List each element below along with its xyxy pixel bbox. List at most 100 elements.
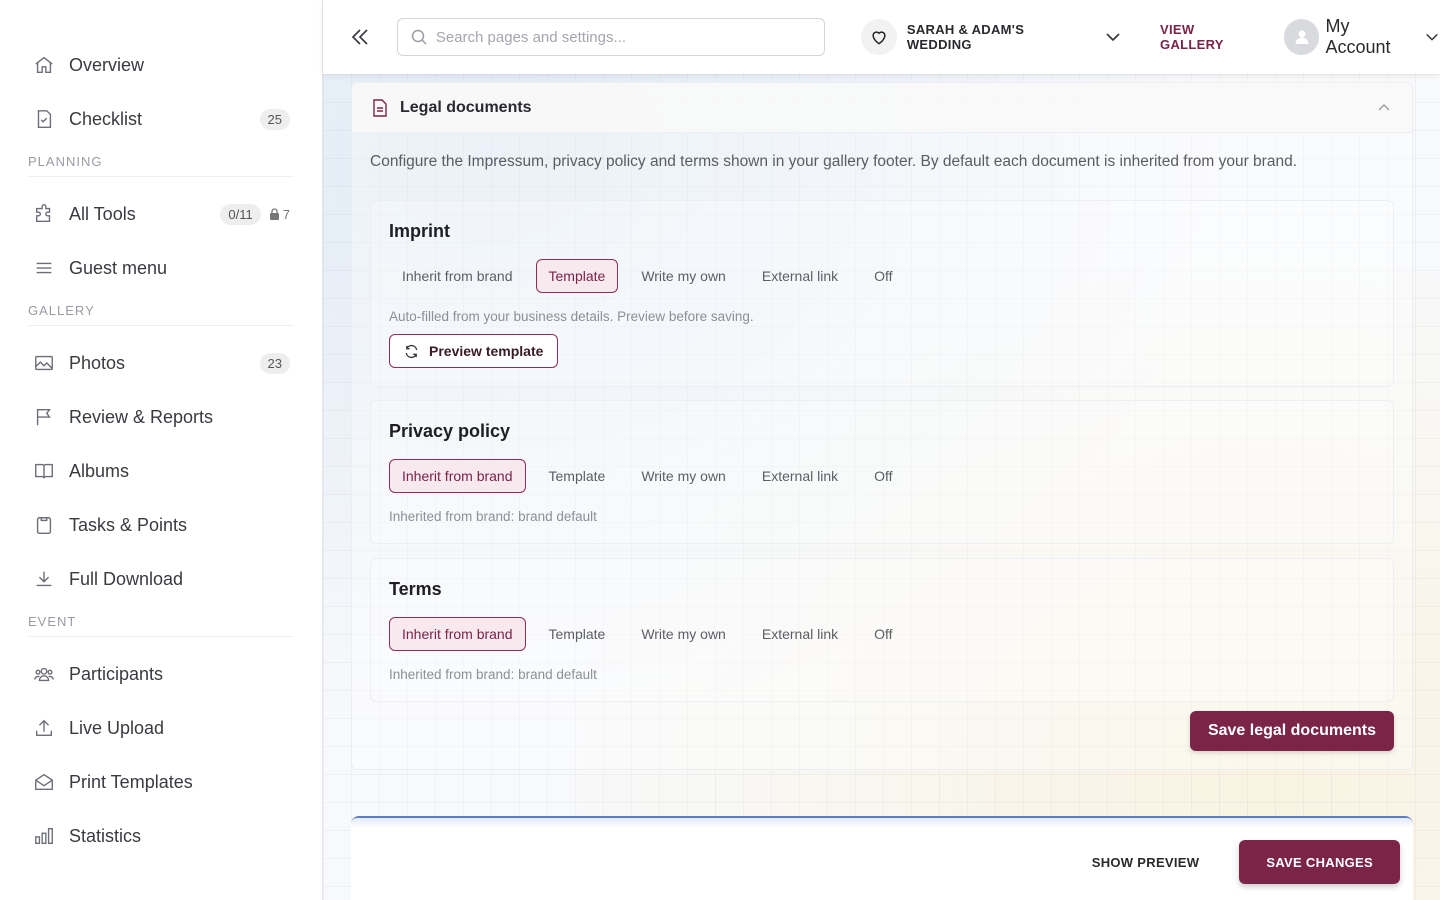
double-chevron-left-icon <box>351 29 368 45</box>
tab-inherit-from-brand[interactable]: Inherit from brand <box>389 259 526 293</box>
book-icon <box>32 459 56 483</box>
bar-chart-icon <box>32 824 56 848</box>
tab-off[interactable]: Off <box>861 459 905 493</box>
sidebar-item-full-download[interactable]: Full Download <box>0 552 322 606</box>
tab-template[interactable]: Template <box>536 617 619 651</box>
home-icon <box>32 53 56 77</box>
privacy-policy-card: Privacy policy Inherit from brand Templa… <box>370 400 1394 544</box>
tab-write-my-own[interactable]: Write my own <box>628 617 739 651</box>
topbar: SARAH & ADAM'S WEDDING VIEW GALLERY My A… <box>323 0 1440 74</box>
main-content: Legal documents Configure the Impressum,… <box>323 74 1440 900</box>
section-title: GALLERY <box>28 303 294 326</box>
show-preview-button[interactable]: SHOW PREVIEW <box>1092 855 1200 870</box>
sidebar-item-review-reports[interactable]: Review & Reports <box>0 390 322 444</box>
sidebar-item-label: Print Templates <box>69 771 193 792</box>
chevron-down-icon <box>1104 28 1122 46</box>
sidebar-item-label: Photos <box>69 352 126 373</box>
doc-title: Terms <box>389 579 442 599</box>
account-menu[interactable]: My Account <box>1283 16 1440 58</box>
sidebar-item-label: All Tools <box>69 203 136 224</box>
puzzle-icon <box>32 202 56 226</box>
sidebar-item-participants[interactable]: Participants <box>0 647 322 701</box>
search-box[interactable] <box>396 18 826 56</box>
menu-icon <box>32 256 56 280</box>
upload-icon <box>32 716 56 740</box>
chevron-down-icon <box>1424 29 1440 45</box>
tab-template[interactable]: Template <box>536 459 619 493</box>
sidebar-item-all-tools[interactable]: All Tools 0/11 7 <box>0 187 322 241</box>
sidebar-item-overview[interactable]: Overview <box>0 38 322 92</box>
sidebar-item-label: Live Upload <box>69 717 165 738</box>
preview-template-label: Preview template <box>429 343 544 359</box>
tab-inherit-from-brand[interactable]: Inherit from brand <box>389 459 526 493</box>
sidebar-item-label: Participants <box>69 663 164 684</box>
section-gallery: GALLERY <box>0 303 322 326</box>
tab-external-link[interactable]: External link <box>749 259 851 293</box>
sidebar-item-photos[interactable]: Photos 23 <box>0 336 322 390</box>
imprint-card: Imprint Inherit from brand Template Writ… <box>370 200 1394 387</box>
envelope-icon <box>32 770 56 794</box>
sidebar: Overview Checklist 25 PLANNING All Tools… <box>0 0 323 900</box>
download-icon <box>32 567 56 591</box>
event-name: SARAH & ADAM'S WEDDING <box>906 22 1025 52</box>
count-badge: 0/11 <box>220 203 261 225</box>
avatar <box>1283 19 1320 55</box>
imprint-source-tabs: Inherit from brand Template Write my own… <box>389 259 1375 293</box>
sidebar-item-print-templates[interactable]: Print Templates <box>0 755 322 809</box>
tab-write-my-own[interactable]: Write my own <box>628 459 739 493</box>
search-icon <box>410 28 428 46</box>
image-icon <box>32 351 56 375</box>
tab-external-link[interactable]: External link <box>749 459 851 493</box>
tab-external-link[interactable]: External link <box>749 617 851 651</box>
section-title: EVENT <box>28 614 294 637</box>
clipboard-icon <box>32 513 56 537</box>
search-input[interactable] <box>435 28 813 46</box>
event-selector[interactable]: SARAH & ADAM'S WEDDING <box>861 19 1122 55</box>
tab-template[interactable]: Template <box>535 259 619 293</box>
bottom-action-bar: SHOW PREVIEW SAVE CHANGES <box>351 816 1413 900</box>
doc-title: Privacy policy <box>389 421 511 441</box>
section-planning: PLANNING <box>0 154 322 177</box>
lock-icon <box>269 208 279 220</box>
count-badge: 25 <box>259 108 290 130</box>
doc-hint: Inherited from brand: brand default <box>389 667 597 682</box>
checklist-icon <box>32 107 56 131</box>
sidebar-item-tasks-points[interactable]: Tasks & Points <box>0 498 322 552</box>
collapse-sidebar-button[interactable] <box>345 22 375 52</box>
sidebar-item-checklist[interactable]: Checklist 25 <box>0 92 322 146</box>
sidebar-item-statistics[interactable]: Statistics <box>0 809 322 863</box>
doc-hint: Auto-filled from your business details. … <box>389 309 754 324</box>
user-icon <box>1295 30 1309 44</box>
section-title: PLANNING <box>28 154 294 177</box>
privacy-source-tabs: Inherit from brand Template Write my own… <box>389 459 1375 493</box>
sidebar-item-label: Albums <box>69 460 130 481</box>
sidebar-item-label: Overview <box>69 54 145 75</box>
document-icon <box>372 98 388 117</box>
section-event: EVENT <box>0 614 322 637</box>
sidebar-item-live-upload[interactable]: Live Upload <box>0 701 322 755</box>
sidebar-item-label: Guest menu <box>69 257 168 278</box>
locked-count: 7 <box>282 206 290 222</box>
flag-icon <box>32 405 56 429</box>
doc-title: Imprint <box>389 221 450 241</box>
doc-hint: Inherited from brand: brand default <box>389 509 597 524</box>
tab-off[interactable]: Off <box>861 259 905 293</box>
view-gallery-link[interactable]: VIEW GALLERY <box>1160 22 1262 52</box>
sidebar-item-guest-menu[interactable]: Guest menu <box>0 241 322 295</box>
sidebar-item-label: Tasks & Points <box>69 514 188 535</box>
tab-inherit-from-brand[interactable]: Inherit from brand <box>389 617 526 651</box>
legal-documents-panel: Legal documents Configure the Impressum,… <box>351 82 1413 770</box>
sidebar-item-label: Review & Reports <box>69 406 214 427</box>
sidebar-item-albums[interactable]: Albums <box>0 444 322 498</box>
save-changes-button[interactable]: SAVE CHANGES <box>1239 840 1400 884</box>
preview-template-button[interactable]: Preview template <box>389 334 559 368</box>
tab-off[interactable]: Off <box>861 617 905 651</box>
chevron-up-icon[interactable] <box>1376 100 1392 116</box>
tab-write-my-own[interactable]: Write my own <box>628 259 739 293</box>
sidebar-item-label: Full Download <box>69 568 184 589</box>
terms-source-tabs: Inherit from brand Template Write my own… <box>389 617 1375 651</box>
legal-documents-header[interactable]: Legal documents <box>352 83 1412 133</box>
save-legal-documents-button[interactable]: Save legal documents <box>1189 711 1394 751</box>
account-name: My Account <box>1325 16 1391 57</box>
locked-badge: 7 <box>269 207 290 222</box>
